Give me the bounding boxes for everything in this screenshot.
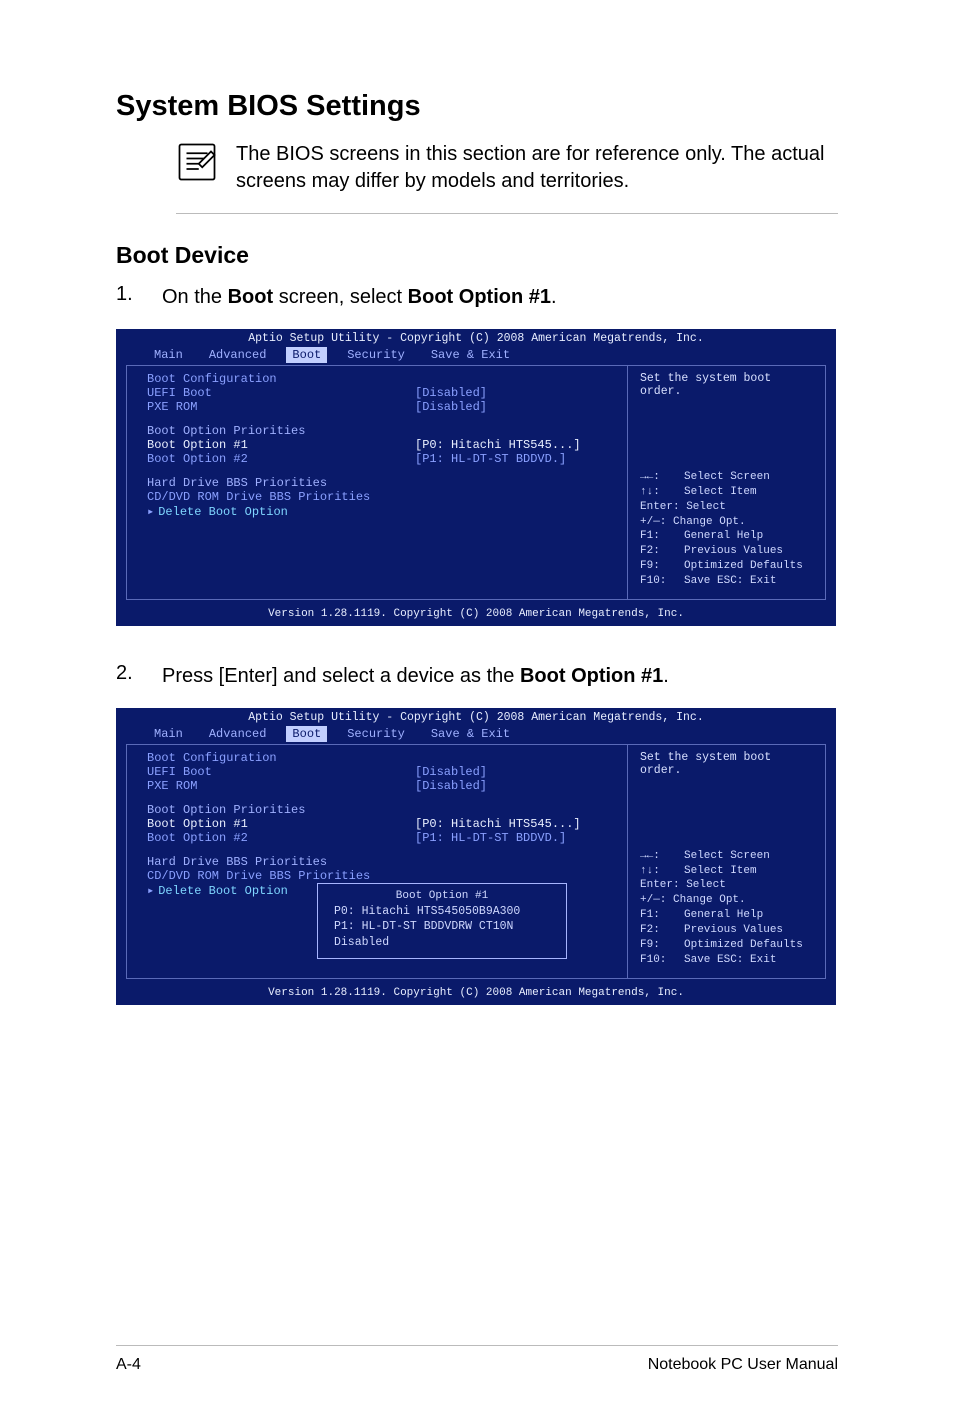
bios-title: Aptio Setup Utility - Copyright (C) 2008… (116, 708, 836, 726)
boot-option-2[interactable]: Boot Option #2 (147, 831, 415, 845)
h: Optimized Defaults (684, 938, 803, 953)
delete-boot-option[interactable]: ▸ Delete Boot Option (147, 504, 615, 519)
note-icon (176, 141, 218, 183)
t-bold: Boot Option #1 (408, 286, 551, 308)
bios-title: Aptio Setup Utility - Copyright (C) 2008… (116, 329, 836, 347)
tab-main[interactable]: Main (148, 347, 189, 363)
step-1: 1. On the Boot screen, select Boot Optio… (116, 283, 838, 311)
h: Save ESC: Exit (684, 574, 776, 589)
h: Previous Values (684, 544, 783, 559)
h: Select Screen (684, 849, 770, 864)
popup-option[interactable]: P1: HL-DT-ST BDDVDRW CT10N (334, 919, 550, 935)
t-bold: Boot Option #1 (520, 665, 663, 687)
bios-desc: Set the system boot order. (640, 751, 817, 777)
page-title: System BIOS Settings (116, 90, 838, 123)
t-bold: Boot (228, 286, 274, 308)
tab-advanced[interactable]: Advanced (203, 347, 273, 363)
v: [Disabled] (415, 386, 615, 400)
l: Boot Configuration (147, 372, 615, 386)
bios-help: →←:Select Screen ↑↓:Select Item Enter: S… (640, 849, 817, 968)
l[interactable]: PXE ROM (147, 400, 415, 414)
l[interactable]: UEFI Boot (147, 386, 415, 400)
step-number: 1. (116, 283, 134, 311)
l[interactable]: Hard Drive BBS Priorities (147, 476, 615, 490)
section-title: Boot Device (116, 242, 838, 269)
tab-advanced[interactable]: Advanced (203, 726, 273, 742)
v: [P1: HL-DT-ST BDDVD.] (415, 452, 615, 466)
tab-boot[interactable]: Boot (286, 726, 327, 742)
triangle-icon: ▸ (147, 884, 154, 898)
t: screen, select (273, 286, 408, 308)
h: Previous Values (684, 923, 783, 938)
l[interactable]: Hard Drive BBS Priorities (147, 855, 615, 869)
l[interactable]: UEFI Boot (147, 765, 415, 779)
v: [P1: HL-DT-ST BDDVD.] (415, 831, 615, 845)
h: +/—: Change Opt. (640, 893, 817, 908)
bios-footer: Version 1.28.1119. Copyright (C) 2008 Am… (116, 606, 836, 620)
h: Save ESC: Exit (684, 953, 776, 968)
bios-tabs: Main Advanced Boot Security Save & Exit (116, 347, 836, 363)
popup-option[interactable]: P0: Hitachi HTS545050B9A300 (334, 904, 550, 920)
page-footer: A-4 Notebook PC User Manual (116, 1345, 838, 1374)
h: Select Item (684, 864, 757, 879)
bios-desc: Set the system boot order. (640, 372, 817, 398)
t: . (663, 665, 669, 687)
t: Delete Boot Option (158, 505, 288, 519)
h: Enter: Select (640, 500, 817, 515)
h: General Help (684, 529, 763, 544)
l: Boot Option Priorities (147, 424, 615, 438)
step-2: 2. Press [Enter] and select a device as … (116, 662, 838, 690)
h: Optimized Defaults (684, 559, 803, 574)
bios-screen-2: Aptio Setup Utility - Copyright (C) 2008… (116, 708, 836, 1005)
l: Boot Option Priorities (147, 803, 615, 817)
t: On the (162, 286, 228, 308)
h: +/—: Change Opt. (640, 515, 817, 530)
page-number: A-4 (116, 1356, 141, 1374)
popup-option[interactable]: Disabled (334, 935, 550, 951)
tab-security[interactable]: Security (341, 726, 411, 742)
h: General Help (684, 908, 763, 923)
boot-option-1[interactable]: Boot Option #1 (147, 817, 415, 831)
t: . (551, 286, 557, 308)
note-text: The BIOS screens in this section are for… (236, 141, 838, 195)
v: [P0: Hitachi HTS545...] (415, 817, 615, 831)
l[interactable]: CD/DVD ROM Drive BBS Priorities (147, 490, 615, 504)
bios-tabs: Main Advanced Boot Security Save & Exit (116, 726, 836, 742)
h: Select Screen (684, 470, 770, 485)
tab-save[interactable]: Save & Exit (425, 726, 516, 742)
t: Delete Boot Option (158, 884, 288, 898)
boot-option-popup: Boot Option #1 P0: Hitachi HTS545050B9A3… (317, 883, 567, 960)
tab-boot[interactable]: Boot (286, 347, 327, 363)
bios-help: →←:Select Screen ↑↓:Select Item Enter: S… (640, 470, 817, 589)
tab-save[interactable]: Save & Exit (425, 347, 516, 363)
step-number: 2. (116, 662, 134, 690)
l[interactable]: PXE ROM (147, 779, 415, 793)
v: [Disabled] (415, 779, 615, 793)
boot-option-1[interactable]: Boot Option #1 (147, 438, 415, 452)
bios-screen-1: Aptio Setup Utility - Copyright (C) 2008… (116, 329, 836, 626)
v: [Disabled] (415, 400, 615, 414)
tab-security[interactable]: Security (341, 347, 411, 363)
manual-title: Notebook PC User Manual (648, 1356, 838, 1374)
bios-footer: Version 1.28.1119. Copyright (C) 2008 Am… (116, 985, 836, 999)
boot-option-2[interactable]: Boot Option #2 (147, 452, 415, 466)
triangle-icon: ▸ (147, 505, 154, 519)
h: Enter: Select (640, 878, 817, 893)
l[interactable]: CD/DVD ROM Drive BBS Priorities (147, 869, 615, 883)
l: Boot Configuration (147, 751, 615, 765)
tab-main[interactable]: Main (148, 726, 189, 742)
step-text: On the Boot screen, select Boot Option #… (162, 283, 838, 311)
h: Select Item (684, 485, 757, 500)
v: [Disabled] (415, 765, 615, 779)
step-text: Press [Enter] and select a device as the… (162, 662, 838, 690)
v: [P0: Hitachi HTS545...] (415, 438, 615, 452)
note-block: The BIOS screens in this section are for… (176, 141, 838, 214)
popup-title: Boot Option #1 (334, 890, 550, 902)
t: Press [Enter] and select a device as the (162, 665, 520, 687)
